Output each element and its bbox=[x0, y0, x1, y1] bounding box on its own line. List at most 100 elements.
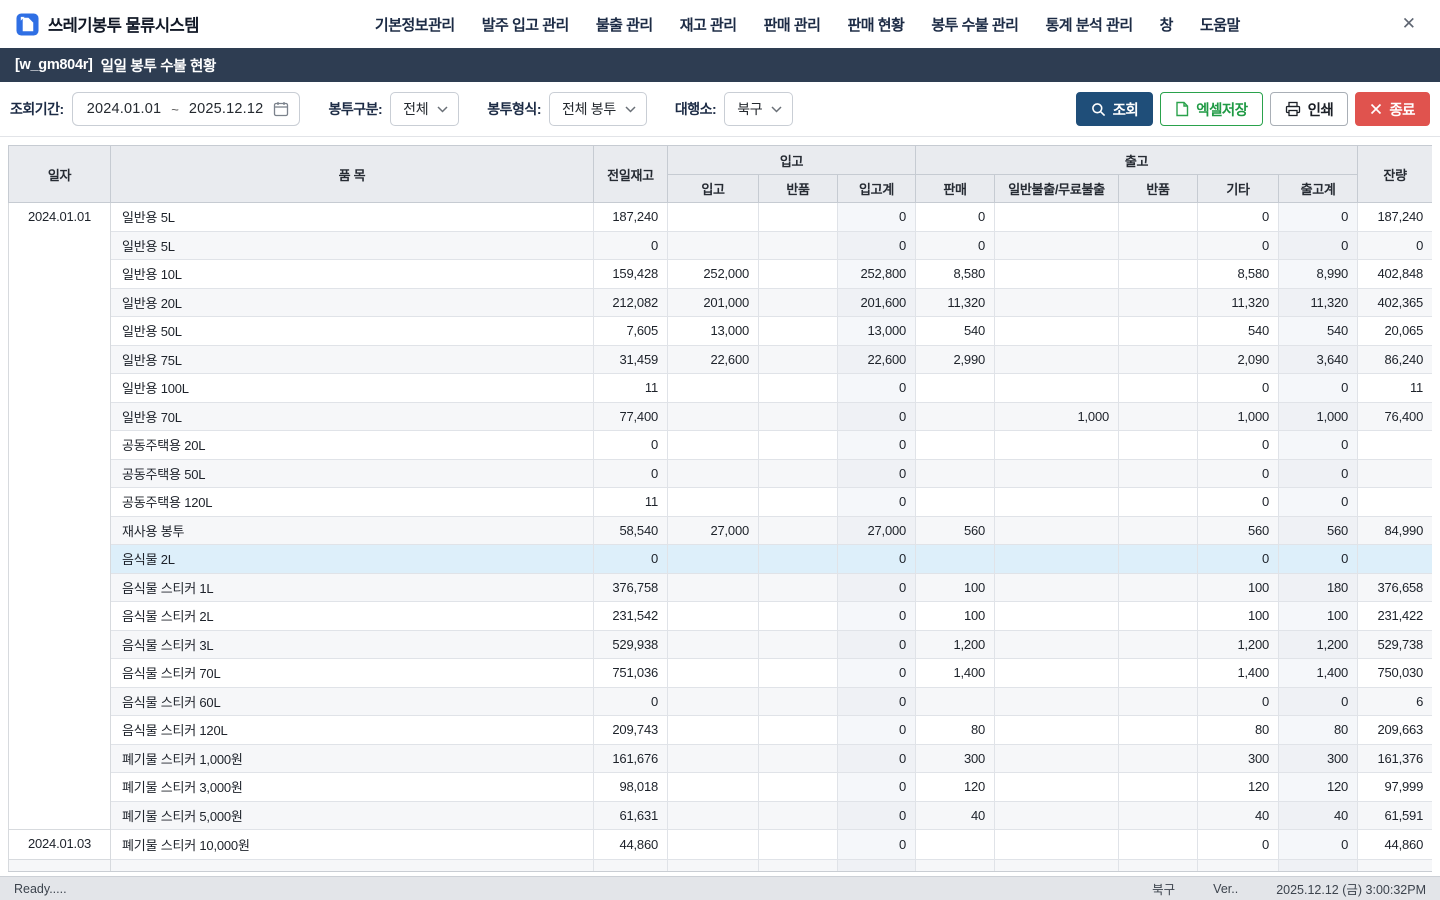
value-cell: 40 bbox=[1279, 801, 1358, 830]
menu-item-3[interactable]: 재고 관리 bbox=[680, 14, 737, 35]
value-cell bbox=[916, 402, 995, 431]
menu-item-2[interactable]: 불출 관리 bbox=[596, 14, 653, 35]
value-cell: 1,200 bbox=[1198, 630, 1279, 659]
value-cell bbox=[668, 630, 759, 659]
exit-button[interactable]: 종료 bbox=[1355, 92, 1430, 126]
table-row[interactable]: 일반용 50L7,60513,00013,00054054054020,065 bbox=[9, 317, 1433, 346]
menu-item-0[interactable]: 기본정보관리 bbox=[375, 14, 455, 35]
table-row[interactable]: 일반용 20L212,082201,000201,60011,32011,320… bbox=[9, 288, 1433, 317]
value-cell: 529,738 bbox=[1358, 630, 1432, 659]
table-row[interactable]: 일반용 100L1100011 bbox=[9, 374, 1433, 403]
value-cell: 40 bbox=[1198, 801, 1279, 830]
table-row[interactable]: 2024.01.03폐기물 스티커 10,000원44,86000044,860 bbox=[9, 830, 1433, 860]
bag-format-select[interactable]: 전체 봉투 bbox=[549, 92, 647, 126]
value-cell: 100 bbox=[1198, 602, 1279, 631]
date-range-input[interactable]: 2024.01.01 ~ 2025.12.12 bbox=[72, 92, 301, 126]
value-cell: 0 bbox=[594, 459, 668, 488]
value-cell: 8,580 bbox=[1198, 260, 1279, 289]
date-to-value[interactable]: 2025.12.12 bbox=[189, 101, 264, 117]
value-cell bbox=[668, 659, 759, 688]
menu-item-5[interactable]: 판매 현황 bbox=[847, 14, 904, 35]
table-row[interactable]: 폐기물 스티커 3,000원98,018012012012097,999 bbox=[9, 773, 1433, 802]
table-row[interactable]: 음식물 스티커 120L209,7430808080209,663 bbox=[9, 716, 1433, 745]
value-cell bbox=[759, 716, 838, 745]
table-row[interactable]: 음식물 스티커 60L00006 bbox=[9, 687, 1433, 716]
table-row[interactable]: 2024.01.01일반용 5L187,2400000187,240 bbox=[9, 203, 1433, 232]
value-cell bbox=[668, 231, 759, 260]
value-cell bbox=[1119, 573, 1198, 602]
table-row[interactable]: 공동주택용 120L11000 bbox=[9, 488, 1433, 517]
value-cell bbox=[668, 459, 759, 488]
menu-item-1[interactable]: 발주 입고 관리 bbox=[482, 14, 569, 35]
value-cell: 11,320 bbox=[916, 288, 995, 317]
table-row[interactable] bbox=[9, 859, 1433, 872]
menu-item-6[interactable]: 봉투 수불 관리 bbox=[931, 14, 1018, 35]
item-cell: 폐기물 스티커 5,000원 bbox=[111, 801, 594, 830]
table-row[interactable]: 음식물 2L0000 bbox=[9, 545, 1433, 574]
col-header-out-return: 반품 bbox=[1119, 175, 1198, 203]
table-row[interactable]: 일반용 5L000000 bbox=[9, 231, 1433, 260]
table-row[interactable]: 음식물 스티커 1L376,7580100100180376,658 bbox=[9, 573, 1433, 602]
value-cell: 0 bbox=[838, 488, 916, 517]
search-button[interactable]: 조회 bbox=[1076, 92, 1154, 126]
table-row[interactable]: 공동주택용 20L0000 bbox=[9, 431, 1433, 460]
value-cell bbox=[1119, 317, 1198, 346]
value-cell: 0 bbox=[838, 630, 916, 659]
item-cell: 음식물 스티커 2L bbox=[111, 602, 594, 631]
value-cell: 187,240 bbox=[1358, 203, 1432, 232]
table-row[interactable]: 일반용 70L77,40001,0001,0001,00076,400 bbox=[9, 402, 1433, 431]
value-cell bbox=[916, 374, 995, 403]
data-grid[interactable]: 일자 품 목 전일재고 입고 출고 잔량 입고 반품 입고계 판매 일반불출/무… bbox=[8, 145, 1432, 872]
value-cell: 2,990 bbox=[916, 345, 995, 374]
value-cell bbox=[916, 488, 995, 517]
page-title: 일일 봉투 수불 현황 bbox=[101, 55, 217, 76]
bag-type-select[interactable]: 전체 bbox=[390, 92, 459, 126]
col-header-remain: 잔량 bbox=[1358, 146, 1432, 203]
value-cell: 11,320 bbox=[1198, 288, 1279, 317]
value-cell bbox=[1119, 260, 1198, 289]
agency-value: 북구 bbox=[737, 99, 762, 119]
value-cell: 540 bbox=[1198, 317, 1279, 346]
value-cell bbox=[759, 231, 838, 260]
value-cell: 201,600 bbox=[838, 288, 916, 317]
table-row[interactable]: 음식물 스티커 2L231,5420100100100231,422 bbox=[9, 602, 1433, 631]
value-cell: 209,743 bbox=[594, 716, 668, 745]
value-cell bbox=[1119, 859, 1198, 872]
value-cell: 120 bbox=[1279, 773, 1358, 802]
value-cell bbox=[668, 801, 759, 830]
menu-item-8[interactable]: 창 bbox=[1160, 14, 1173, 35]
table-row[interactable]: 공동주택용 50L0000 bbox=[9, 459, 1433, 488]
value-cell: 0 bbox=[1279, 231, 1358, 260]
value-cell bbox=[1119, 602, 1198, 631]
value-cell: 560 bbox=[1279, 516, 1358, 545]
excel-save-button[interactable]: 엑셀저장 bbox=[1160, 92, 1262, 126]
table-row[interactable]: 음식물 스티커 70L751,03601,4001,4001,400750,03… bbox=[9, 659, 1433, 688]
table-row[interactable]: 폐기물 스티커 1,000원161,6760300300300161,376 bbox=[9, 744, 1433, 773]
value-cell bbox=[916, 687, 995, 716]
item-cell: 음식물 스티커 60L bbox=[111, 687, 594, 716]
value-cell: 750,030 bbox=[1358, 659, 1432, 688]
menu-item-4[interactable]: 판매 관리 bbox=[764, 14, 821, 35]
item-cell: 재사용 봉투 bbox=[111, 516, 594, 545]
menu-item-9[interactable]: 도움말 bbox=[1200, 14, 1240, 35]
value-cell bbox=[759, 744, 838, 773]
menu-item-7[interactable]: 통계 분석 관리 bbox=[1045, 14, 1132, 35]
value-cell bbox=[759, 859, 838, 872]
value-cell: 6 bbox=[1358, 687, 1432, 716]
table-row[interactable]: 일반용 10L159,428252,000252,8008,5808,5808,… bbox=[9, 260, 1433, 289]
item-cell: 음식물 스티커 120L bbox=[111, 716, 594, 745]
value-cell: 27,000 bbox=[668, 516, 759, 545]
agency-select[interactable]: 북구 bbox=[724, 92, 793, 126]
value-cell: 0 bbox=[1198, 431, 1279, 460]
close-icon[interactable]: ✕ bbox=[1394, 10, 1424, 38]
value-cell: 560 bbox=[1198, 516, 1279, 545]
print-button[interactable]: 인쇄 bbox=[1270, 92, 1349, 126]
table-row[interactable]: 폐기물 스티커 5,000원61,631040404061,591 bbox=[9, 801, 1433, 830]
calendar-icon[interactable] bbox=[273, 101, 289, 117]
table-row[interactable]: 재사용 봉투58,54027,00027,00056056056084,990 bbox=[9, 516, 1433, 545]
table-row[interactable]: 음식물 스티커 3L529,93801,2001,2001,200529,738 bbox=[9, 630, 1433, 659]
date-from-value[interactable]: 2024.01.01 bbox=[87, 101, 162, 117]
value-cell bbox=[759, 459, 838, 488]
search-button-label: 조회 bbox=[1113, 99, 1139, 120]
table-row[interactable]: 일반용 75L31,45922,60022,6002,9902,0903,640… bbox=[9, 345, 1433, 374]
